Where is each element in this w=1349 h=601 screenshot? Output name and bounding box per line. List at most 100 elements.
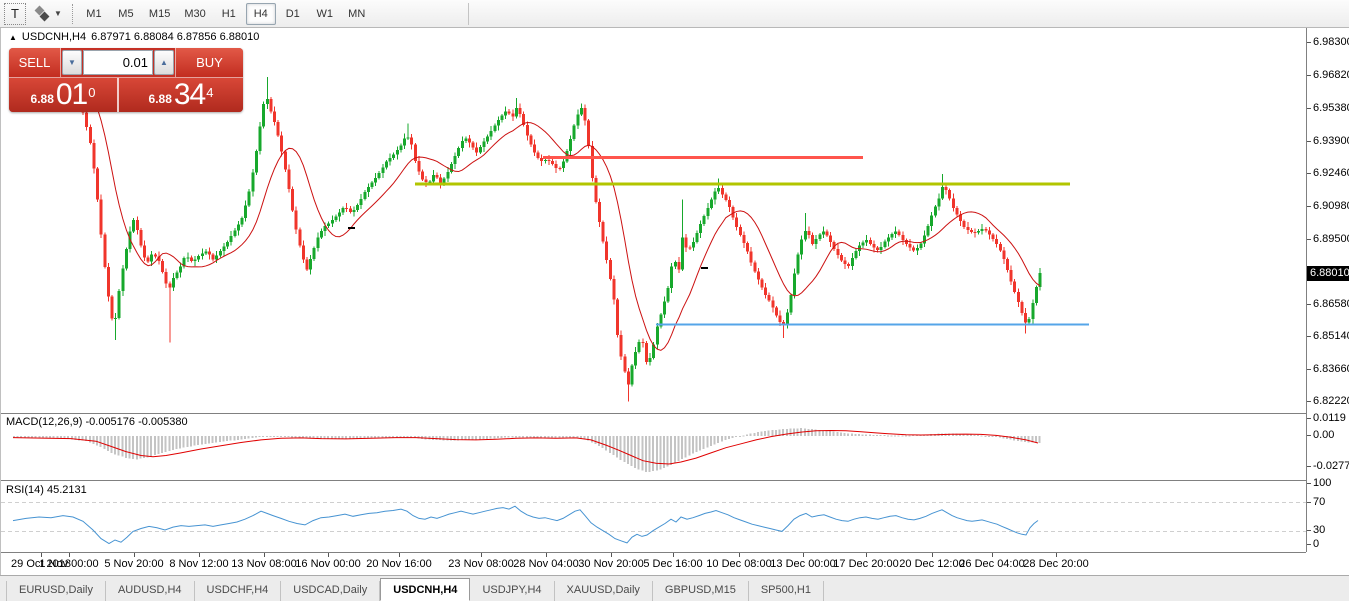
volume-increase-button[interactable]: ▲ [154,50,174,75]
timeframe-button-MN[interactable]: MN [342,3,372,25]
text-tool-button[interactable]: T [4,3,26,25]
tab-usdcad-daily[interactable]: USDCAD,Daily [281,581,380,601]
date-axis[interactable]: 29 Oct 20181 Nov 00:005 Nov 20:008 Nov 1… [1,553,1306,575]
tab-usdjpy-h4[interactable]: USDJPY,H4 [470,581,554,601]
tab-usdcnh-h4[interactable]: USDCNH,H4 [380,578,470,601]
current-price-marker: 6.88010 [1307,266,1349,281]
symbols-icon[interactable] [34,6,52,22]
tab-xauusd-daily[interactable]: XAUUSD,Daily [555,581,653,601]
date-label: 5 Dec 16:00 [643,558,702,570]
date-tick [803,553,804,557]
tab-sp500-h1[interactable]: SP500,H1 [749,581,824,601]
date-label: 8 Nov 12:00 [169,558,228,570]
timeframe-button-M15[interactable]: M15 [143,3,176,25]
price-axis-label: 6.96820 [1313,69,1349,82]
date-label: 30 Nov 20:00 [578,558,643,570]
price-axis-label: 6.83660 [1313,363,1349,376]
date-tick [41,553,42,557]
date-tick [264,553,265,557]
date-tick [481,553,482,557]
timeframe-button-W1[interactable]: W1 [310,3,340,25]
chart-symbol-label: USDCNH,H4 [22,31,86,43]
price-axis-label: 6.90980 [1313,200,1349,213]
price-axis-label: 6.86580 [1313,298,1349,311]
date-tick [932,553,933,557]
buy-price-display[interactable]: 6.88 34 4 [119,78,243,112]
top-toolbar: T ▼ M1M5M15M30H1H4D1W1MN [0,0,1349,28]
date-tick [69,553,70,557]
volume-input[interactable] [83,50,153,75]
timeframe-group: M1M5M15M30H1H4D1W1MN [79,3,372,25]
tab-gbpusd-m15[interactable]: GBPUSD,M15 [653,581,749,601]
price-axis-label: 6.93900 [1313,135,1349,148]
date-tick [611,553,612,557]
date-tick [673,553,674,557]
macd-axis-label: 0.00 [1313,429,1334,442]
date-label: 23 Nov 08:00 [448,558,513,570]
timeframe-button-D1[interactable]: D1 [278,3,308,25]
chart-window: ▲ USDCNH,H4 6.87971 6.88084 6.87856 6.88… [0,28,1349,575]
price-axis-label: 6.95380 [1313,102,1349,115]
date-tick [992,553,993,557]
date-label: 1 Nov 00:00 [39,558,98,570]
date-label: 17 Dec 20:00 [833,558,898,570]
price-axis-label: 6.92460 [1313,167,1349,180]
rsi-axis-label: 30 [1313,524,1325,537]
date-tick [739,553,740,557]
macd-axis-label: -0.027754 [1313,460,1349,473]
timeframe-button-H1[interactable]: H1 [214,3,244,25]
collapse-triangle-icon[interactable]: ▲ [9,33,17,42]
date-tick [1056,553,1057,557]
date-tick [866,553,867,557]
buy-price-big: 34 [174,81,205,109]
date-label: 16 Nov 00:00 [295,558,360,570]
timeframe-button-M5[interactable]: M5 [111,3,141,25]
chevron-down-icon[interactable]: ▼ [54,9,62,18]
date-tick [199,553,200,557]
rsi-chart[interactable] [1,481,1306,552]
chart-tab-bar: EURUSD,DailyAUDUSD,H4USDCHF,H4USDCAD,Dai… [0,575,1349,601]
timeframe-button-M1[interactable]: M1 [79,3,109,25]
tab-audusd-h4[interactable]: AUDUSD,H4 [106,581,195,601]
timeframe-button-M30[interactable]: M30 [178,3,211,25]
rsi-axis-label: 0 [1313,538,1319,551]
volume-decrease-button[interactable]: ▼ [62,50,82,75]
date-label: 5 Nov 20:00 [104,558,163,570]
toolbar-separator [468,3,469,25]
macd-label: MACD(12,26,9) -0.005176 -0.005380 [6,416,188,428]
price-axis-label: 6.85140 [1313,330,1349,343]
tab-eurusd-daily[interactable]: EURUSD,Daily [6,581,106,601]
date-label: 28 Dec 20:00 [1023,558,1088,570]
sell-price-big: 01 [56,81,87,109]
date-tick [399,553,400,557]
sell-price-display[interactable]: 6.88 01 0 [9,78,119,112]
sell-button[interactable]: SELL [9,48,61,77]
buy-button[interactable]: BUY [175,48,243,77]
date-tick [328,553,329,557]
rsi-axis-label: 70 [1313,496,1325,509]
date-tick [546,553,547,557]
date-label: 26 Dec 04:00 [959,558,1024,570]
buy-price-sup: 4 [206,78,213,108]
toolbar-separator [72,4,73,24]
rsi-label: RSI(14) 45.2131 [6,484,87,496]
timeframe-button-H4[interactable]: H4 [246,3,276,25]
date-label: 13 Nov 08:00 [231,558,296,570]
chart-ohlc-values: 6.87971 6.88084 6.87856 6.88010 [91,31,259,43]
date-label: 28 Nov 04:00 [513,558,578,570]
macd-axis-label: 0.0119 [1313,412,1346,425]
date-tick [134,553,135,557]
date-label: 10 Dec 08:00 [706,558,771,570]
chart-title: ▲ USDCNH,H4 6.87971 6.88084 6.87856 6.88… [9,31,259,43]
macd-values: -0.005176 -0.005380 [85,416,187,428]
tab-usdchf-h4[interactable]: USDCHF,H4 [195,581,282,601]
date-label: 20 Nov 16:00 [366,558,431,570]
date-label: 20 Dec 12:00 [899,558,964,570]
sell-price-small: 6.88 [31,89,54,109]
rsi-value: 45.2131 [47,484,87,496]
buy-price-small: 6.88 [149,89,172,109]
price-axis[interactable]: 6.98300 6.96820 6.95380 6.93900 6.92460 6.909… [1306,28,1349,552]
sell-price-sup: 0 [88,78,95,108]
macd-chart[interactable] [1,414,1306,480]
price-axis-label: 6.98300 [1313,36,1349,49]
